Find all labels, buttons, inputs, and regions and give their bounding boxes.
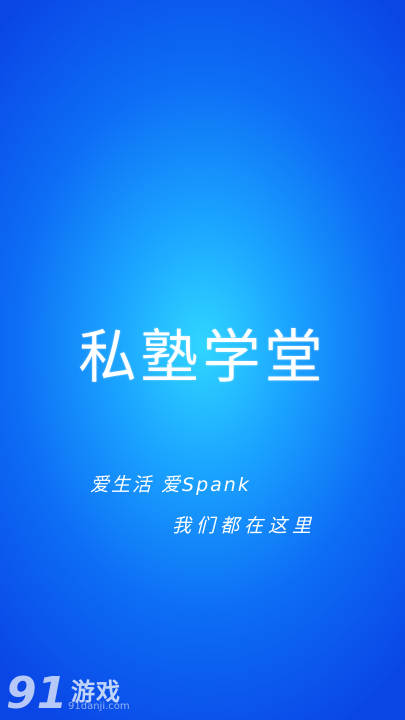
slogan-line-2: 我们都在这里 [172,515,317,537]
app-title: 私塾学堂 [78,323,327,391]
watermark-logo-icon: 91 [6,668,67,716]
watermark-logo-text: 91 [6,668,67,716]
watermark-url: 91danji.com [68,701,130,712]
slogan-line-1: 爱生活 爱Spank [90,474,251,496]
site-watermark: 91 游戏 91danji.com [4,664,144,718]
splash-screen: 私塾学堂 爱生活 爱Spank 我们都在这里 91 游戏 91danji.com [0,0,405,720]
